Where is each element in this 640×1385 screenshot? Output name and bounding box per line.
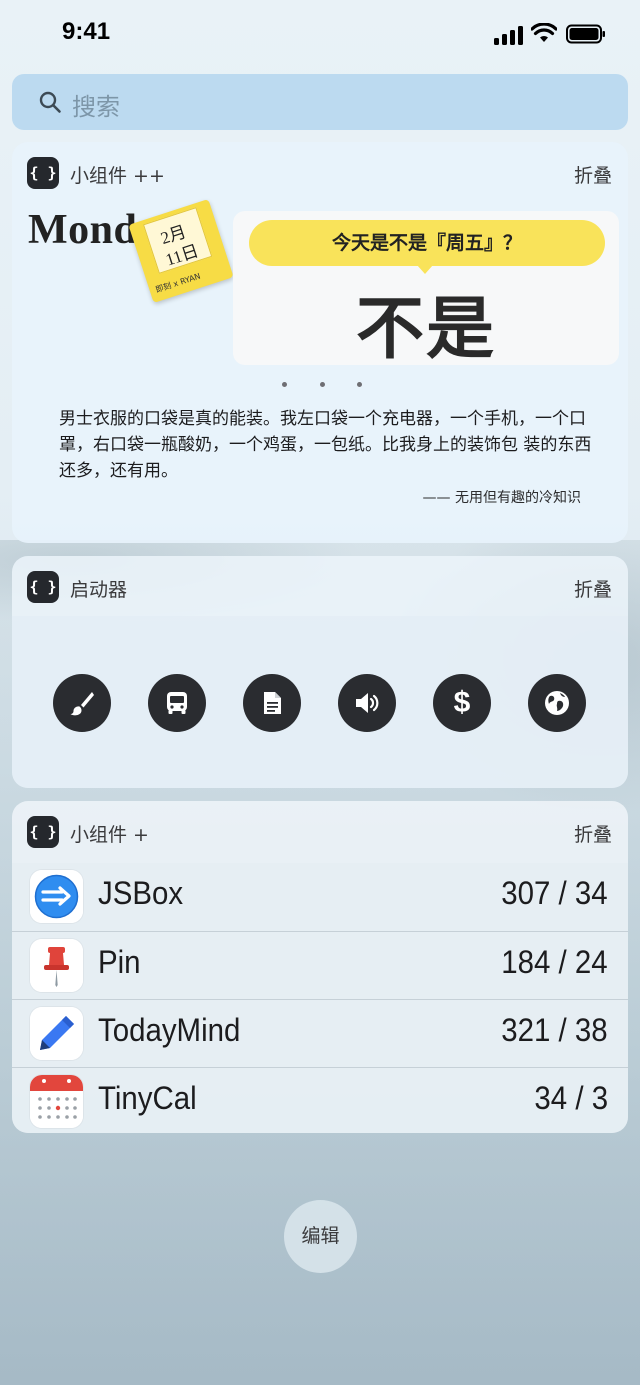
- friday-answer: 不是: [355, 289, 496, 369]
- friday-question: 今天是不是『周五』？: [249, 220, 605, 266]
- widget-header: { } 小组件 + 折叠: [12, 801, 628, 861]
- tinycal-icon: [30, 1075, 83, 1128]
- page-dot: [319, 382, 325, 387]
- list-item[interactable]: TodayMind 321 / 38: [12, 999, 628, 1067]
- launcher-document[interactable]: [243, 674, 301, 732]
- launcher-speaker[interactable]: [338, 674, 396, 732]
- list-item[interactable]: JSBox 307 / 34: [12, 863, 628, 931]
- search-input[interactable]: 搜索: [72, 87, 120, 122]
- is-it-friday-widget[interactable]: 今天是不是『周五』？ 不是: [233, 211, 619, 369]
- jsbox-icon: [30, 870, 83, 923]
- search-bar[interactable]: 搜索: [12, 74, 628, 130]
- widget-card-launcher: { } 启动器 折叠 $: [12, 556, 628, 788]
- app-name: TodayMind: [98, 1012, 241, 1048]
- page-dot: [357, 382, 362, 387]
- app-name: Pin: [98, 944, 141, 980]
- app-stats: 184 / 24: [501, 944, 608, 980]
- page-dot: [282, 382, 287, 387]
- braces-app-icon: { }: [27, 816, 59, 848]
- trivia-source: —— 无用但有趣的冷知识: [422, 490, 581, 506]
- document-icon: [264, 692, 281, 714]
- edit-button[interactable]: 编辑: [284, 1200, 357, 1273]
- battery-icon: [566, 24, 605, 44]
- app-stats: 307 / 34: [501, 875, 608, 911]
- widget-title: 启动器: [70, 579, 128, 601]
- widget-card-plus: { } 小组件 + 折叠 JSBox 307 / 34 Pin 184 / 24…: [12, 801, 628, 1133]
- paintbrush-icon: [70, 692, 94, 716]
- trivia-text: 男士衣服的口袋是真的能装。我左口袋一个充电器，一个手机，一个口罩，右口袋一瓶酸奶…: [59, 409, 592, 481]
- braces-app-icon: { }: [27, 571, 59, 603]
- page-indicator[interactable]: [282, 382, 362, 387]
- braces-app-icon: { }: [27, 157, 59, 189]
- collapse-button[interactable]: 折叠: [574, 161, 612, 188]
- list-item[interactable]: Pin 184 / 24: [12, 931, 628, 999]
- wifi-icon: [531, 23, 557, 42]
- list-item[interactable]: TinyCal 34 / 3: [12, 1067, 628, 1133]
- app-stats: 321 / 38: [501, 1012, 608, 1048]
- pin-icon: [30, 939, 83, 992]
- dollar-icon: $: [453, 686, 471, 719]
- app-stats-list: JSBox 307 / 34 Pin 184 / 24 TodayMind 32…: [12, 863, 628, 1133]
- app-stats: 34 / 3: [534, 1080, 608, 1116]
- collapse-button[interactable]: 折叠: [574, 575, 612, 602]
- speaker-icon: [356, 693, 379, 713]
- widget-title: 小组件 +: [70, 824, 149, 846]
- widget-title: 小组件 ++: [70, 165, 165, 187]
- status-time: 9:41: [62, 18, 111, 45]
- widget-header: { } 启动器 折叠: [12, 556, 628, 616]
- launcher-row: $: [12, 616, 628, 788]
- launcher-dollar[interactable]: $: [433, 674, 491, 732]
- calendar-brand: 即刻 x RYAN: [154, 271, 202, 295]
- bus-icon: [167, 692, 187, 714]
- status-bar: 9:41: [0, 0, 640, 70]
- launcher-bus[interactable]: [148, 674, 206, 732]
- globe-icon: [545, 691, 569, 715]
- app-name: TinyCal: [98, 1080, 197, 1116]
- cellular-signal-icon: [494, 25, 524, 45]
- widget-header: { } 小组件 ++ 折叠: [12, 142, 628, 202]
- collapse-button[interactable]: 折叠: [574, 820, 612, 847]
- search-icon: [39, 91, 61, 113]
- todaymind-icon: [30, 1007, 83, 1060]
- app-name: JSBox: [98, 875, 184, 911]
- launcher-paintbrush[interactable]: [53, 674, 111, 732]
- widget-card-plusplus: { } 小组件 ++ 折叠 Monda 2月 11日 即刻 x RYAN 今天是…: [12, 142, 628, 543]
- launcher-globe[interactable]: [528, 674, 586, 732]
